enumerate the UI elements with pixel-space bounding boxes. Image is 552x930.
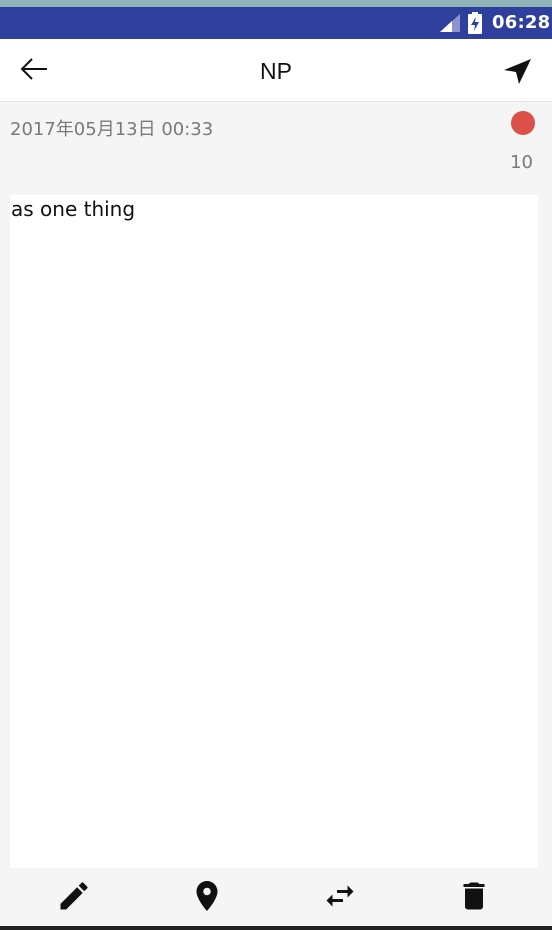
send-button[interactable]: [498, 53, 538, 87]
top-strip: [0, 0, 552, 7]
edit-button[interactable]: [56, 878, 92, 914]
battery-charging-icon: [468, 12, 482, 34]
status-bar: 06:28: [0, 7, 552, 39]
app-bar: NP: [0, 39, 552, 102]
status-dot[interactable]: [511, 111, 535, 135]
bottom-edge: [0, 926, 552, 930]
delete-button[interactable]: [456, 878, 492, 914]
location-button[interactable]: [189, 878, 225, 914]
signal-icon: [440, 14, 460, 32]
note-meta: 2017年05月13日 00:33 10: [0, 102, 552, 194]
note-date: 2017年05月13日 00:33: [10, 119, 214, 140]
status-clock: 06:28: [492, 12, 551, 33]
bottom-toolbar: [0, 868, 552, 926]
map-pin-icon: [189, 881, 225, 918]
note-text[interactable]: as one thing: [11, 196, 135, 222]
navigation-arrow-icon: [498, 59, 538, 91]
pencil-icon: [56, 882, 92, 918]
trash-icon: [456, 882, 492, 918]
page-title: NP: [260, 58, 292, 84]
note-editor[interactable]: as one thing: [10, 195, 538, 868]
swap-arrows-icon: [322, 885, 358, 918]
swap-button[interactable]: [322, 878, 358, 914]
char-count: 10: [510, 152, 533, 173]
